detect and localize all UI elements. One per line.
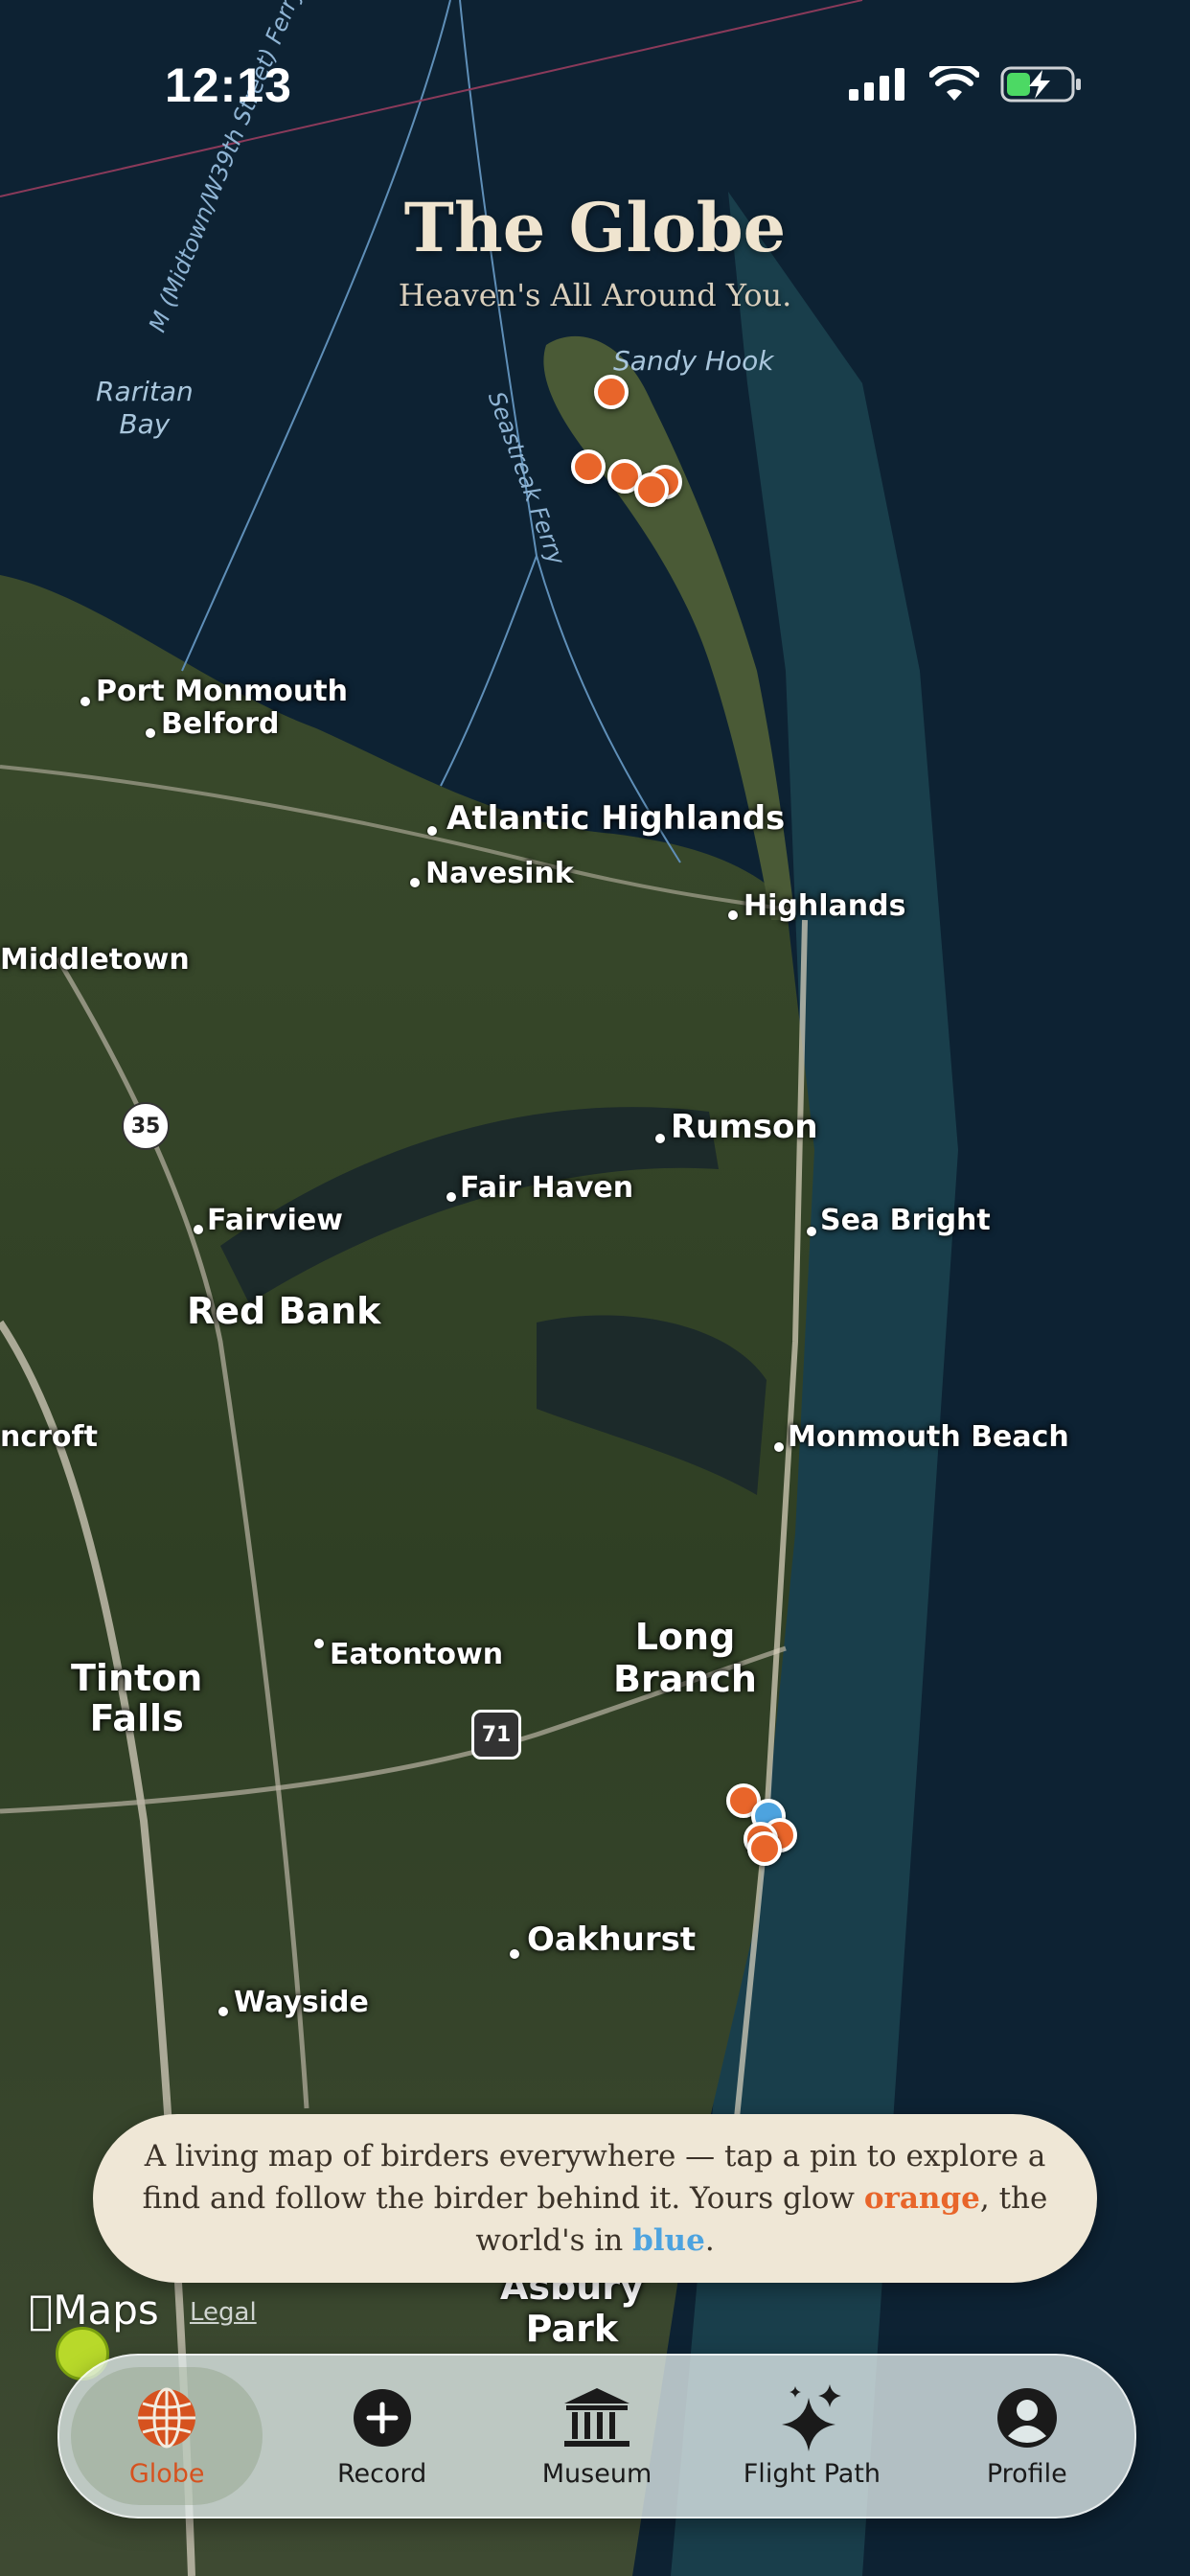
- map-label-atlantic-highlands: Atlantic Highlands: [446, 799, 786, 838]
- user-find-pin[interactable]: [634, 472, 669, 507]
- sparkles-icon: [780, 2383, 843, 2451]
- wifi-icon: [929, 66, 979, 101]
- museum-icon: [562, 2384, 631, 2451]
- info-text-part: .: [704, 2223, 715, 2258]
- map-label-oakhurst: Oakhurst: [527, 1920, 697, 1959]
- map-label-fairview: Fairview: [207, 1204, 343, 1237]
- town-dot: [146, 728, 155, 738]
- town-dot: [655, 1134, 665, 1143]
- map-label-eatontown: Eatontown: [330, 1638, 504, 1671]
- town-dot: [427, 826, 437, 836]
- town-dot: [728, 910, 738, 920]
- map-label-tinton-falls: Tinton Falls: [71, 1657, 203, 1739]
- town-dot: [314, 1639, 324, 1648]
- highlight-blue-word: blue: [632, 2223, 705, 2258]
- cellular-signal-icon: [849, 68, 904, 101]
- user-find-pin[interactable]: [571, 449, 606, 484]
- user-find-pin[interactable]: [594, 375, 629, 409]
- legal-link[interactable]: Legal: [190, 2298, 257, 2327]
- map-label-rumson: Rumson: [671, 1108, 818, 1146]
- map-label-highlands: Highlands: [744, 889, 906, 923]
- map-label-wayside: Wayside: [234, 1986, 369, 2019]
- town-dot: [218, 2007, 228, 2016]
- plus-circle-icon: [352, 2384, 413, 2451]
- battery-charging-icon: [1000, 66, 1081, 103]
- status-bar: 12:13: [0, 0, 1190, 172]
- map-label-port-monmouth: Port Monmouth: [96, 675, 348, 708]
- tab-museum[interactable]: Museum: [490, 2356, 704, 2517]
- profile-icon: [995, 2384, 1059, 2451]
- map-label-raritan-bay: Raritan Bay: [96, 376, 194, 440]
- map-label-monmouth-beach: Monmouth Beach: [788, 1420, 1069, 1454]
- apple-maps-logo: Maps: [29, 2287, 159, 2334]
- status-icons: [849, 65, 1083, 104]
- tab-profile[interactable]: Profile: [920, 2356, 1134, 2517]
- info-card: A living map of birders everywhere — tap…: [93, 2114, 1097, 2283]
- town-dot: [774, 1442, 784, 1452]
- tab-label: Flight Path: [743, 2458, 881, 2489]
- map-label-red-bank: Red Bank: [187, 1290, 381, 1332]
- page-title: The Globe: [403, 188, 787, 267]
- tab-record[interactable]: Record: [274, 2356, 489, 2517]
- town-dot: [510, 1949, 519, 1959]
- route-71-shield: 71: [471, 1710, 521, 1760]
- page-header: The Globe Heaven's All Around You.: [0, 188, 1190, 313]
- map-label-sandy-hook: Sandy Hook: [613, 345, 774, 377]
- tab-bar: Globe Record Museum Flight Path Profile: [57, 2354, 1136, 2518]
- map-label-navesink: Navesink: [425, 857, 574, 890]
- map-label-fair-haven: Fair Haven: [460, 1171, 634, 1205]
- status-time: 12:13: [165, 58, 292, 112]
- user-find-pin[interactable]: [747, 1831, 782, 1866]
- maps-logo-text: Maps: [29, 2287, 159, 2334]
- tab-label: Globe: [128, 2458, 205, 2489]
- town-dot: [194, 1225, 203, 1234]
- highlight-orange-word: orange: [863, 2181, 980, 2216]
- page-subtitle: Heaven's All Around You.: [398, 277, 792, 313]
- tab-label: Museum: [541, 2458, 652, 2489]
- town-dot: [807, 1227, 816, 1236]
- town-dot: [80, 697, 90, 706]
- info-card-text: A living map of birders everywhere — tap…: [93, 2135, 1097, 2262]
- tab-globe[interactable]: Globe: [59, 2356, 274, 2517]
- map-label-sea-bright: Sea Bright: [820, 1204, 991, 1237]
- map-label-lincroft: ncroft: [0, 1420, 98, 1454]
- globe-icon: [135, 2384, 198, 2451]
- tab-flight-path[interactable]: Flight Path: [704, 2356, 919, 2517]
- route-35-shield: 35: [122, 1102, 170, 1150]
- town-dot: [446, 1192, 456, 1202]
- map-label-middletown: Middletown: [0, 943, 190, 977]
- tab-label: Profile: [986, 2458, 1067, 2489]
- town-dot: [410, 878, 420, 887]
- map-label-belford: Belford: [161, 707, 280, 741]
- tab-label: Record: [336, 2458, 427, 2489]
- map-label-long-branch: Long Branch: [613, 1616, 757, 1700]
- apple-logo-icon: : [29, 2287, 53, 2334]
